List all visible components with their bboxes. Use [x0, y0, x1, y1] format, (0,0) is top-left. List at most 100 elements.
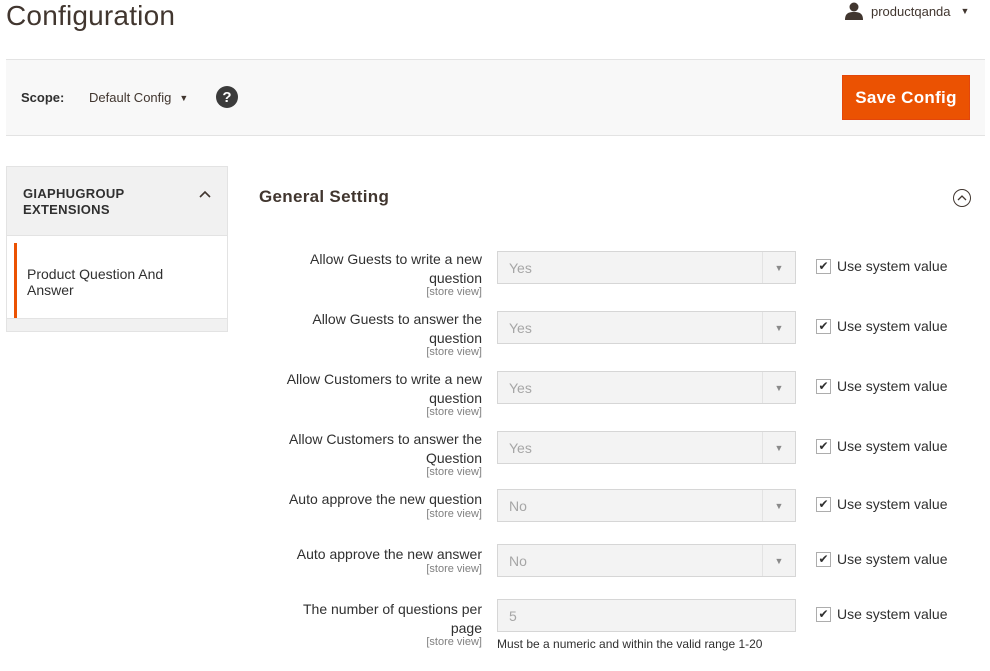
- sidebar-item-label-line2: Answer: [27, 282, 74, 298]
- checkbox-checked-icon: ✔: [816, 496, 831, 512]
- field-label: Allow Customers to write a new question: [240, 370, 482, 408]
- auto-approve-question-select[interactable]: No ▼: [497, 489, 796, 522]
- select-value: No: [509, 498, 527, 514]
- use-system-value-checkbox[interactable]: ✔ Use system value: [816, 438, 947, 454]
- input-value: 5: [509, 608, 517, 624]
- collapse-icon[interactable]: [953, 189, 971, 207]
- use-system-value-checkbox[interactable]: ✔ Use system value: [816, 258, 947, 274]
- field-label-line1: Auto approve the new question: [288, 491, 482, 507]
- field-scope: [store view]: [426, 636, 482, 648]
- scope-switcher[interactable]: Default Config ▼: [89, 90, 188, 105]
- field-label-line2: Question: [425, 450, 482, 466]
- use-system-value-label: Use system value: [837, 438, 948, 454]
- user-name: productqanda: [871, 3, 951, 19]
- checkbox-checked-icon: ✔: [816, 258, 831, 274]
- use-system-value-label: Use system value: [837, 606, 948, 622]
- field-scope: [store view]: [426, 346, 482, 358]
- chevron-up-icon: [199, 185, 211, 201]
- field-label-line2: question: [429, 330, 482, 346]
- field-scope: [store view]: [426, 508, 482, 520]
- section-title[interactable]: General Setting: [259, 187, 389, 207]
- use-system-value-label: Use system value: [837, 258, 948, 274]
- field-row-guest-write-question: Allow Guests to write a new question [st…: [240, 251, 985, 306]
- user-menu[interactable]: productqanda ▼: [845, 2, 969, 20]
- field-row-auto-approve-question: Auto approve the new question [store vie…: [240, 489, 985, 529]
- dropdown-arrow-icon: ▼: [762, 545, 795, 576]
- sidebar-group-title-line2: EXTENSIONS: [23, 202, 110, 217]
- field-label-line1: Auto approve the new answer: [296, 546, 482, 562]
- field-scope: [store view]: [426, 286, 482, 298]
- select-value: Yes: [509, 260, 532, 276]
- field-row-guest-answer-question: Allow Guests to answer the question [sto…: [240, 311, 985, 366]
- checkbox-checked-icon: ✔: [816, 551, 831, 567]
- field-row-auto-approve-answer: Auto approve the new answer [store view]…: [240, 544, 985, 584]
- customer-write-question-select[interactable]: Yes ▼: [497, 371, 796, 404]
- scope-bar: Scope: Default Config ▼ ? Save Config: [6, 59, 985, 136]
- field-label: Allow Customers to answer the Question: [240, 430, 482, 468]
- use-system-value-label: Use system value: [837, 318, 948, 334]
- guest-answer-question-select[interactable]: Yes ▼: [497, 311, 796, 344]
- checkbox-checked-icon: ✔: [816, 438, 831, 454]
- field-label-line2: page: [450, 620, 482, 636]
- dropdown-arrow-icon: ▼: [762, 312, 795, 343]
- field-label-line2: question: [429, 270, 482, 286]
- use-system-value-label: Use system value: [837, 496, 948, 512]
- field-label: Allow Guests to answer the question: [240, 310, 482, 348]
- guest-write-question-select[interactable]: Yes ▼: [497, 251, 796, 284]
- customer-answer-question-select[interactable]: Yes ▼: [497, 431, 796, 464]
- field-scope: [store view]: [426, 406, 482, 418]
- field-note: Must be a numeric and within the valid r…: [497, 637, 763, 651]
- select-value: Yes: [509, 320, 532, 336]
- field-label-line1: Allow Guests to answer the: [312, 311, 482, 327]
- select-value: Yes: [509, 380, 532, 396]
- active-indicator: [14, 243, 17, 318]
- questions-per-page-input[interactable]: 5: [497, 599, 796, 632]
- sidebar-footer: [6, 318, 228, 332]
- chevron-down-icon: ▼: [960, 6, 970, 16]
- checkbox-checked-icon: ✔: [816, 378, 831, 394]
- scope-label: Scope:: [21, 90, 65, 105]
- help-icon[interactable]: ?: [216, 86, 238, 108]
- field-label: Allow Guests to write a new question: [240, 250, 482, 288]
- auto-approve-answer-select[interactable]: No ▼: [497, 544, 796, 577]
- select-value: Yes: [509, 440, 532, 456]
- field-row-customer-answer-question: Allow Customers to answer the Question […: [240, 431, 985, 486]
- caret-down-icon: ▼: [179, 92, 189, 103]
- sidebar-group-title: GIAPHUGROUP EXTENSIONS: [23, 186, 125, 218]
- use-system-value-label: Use system value: [837, 551, 948, 567]
- field-label-line1: Allow Guests to write a new: [310, 251, 482, 267]
- field-row-questions-per-page: The number of questions per page [store …: [240, 599, 985, 659]
- use-system-value-checkbox[interactable]: ✔ Use system value: [816, 551, 947, 567]
- select-value: No: [509, 553, 527, 569]
- checkbox-checked-icon: ✔: [816, 606, 831, 622]
- use-system-value-label: Use system value: [837, 378, 948, 394]
- field-label-line1: The number of questions per: [303, 601, 482, 617]
- use-system-value-checkbox[interactable]: ✔ Use system value: [816, 378, 947, 394]
- field-label: Auto approve the new answer: [240, 545, 482, 564]
- config-sidebar: GIAPHUGROUP EXTENSIONS Product Question …: [6, 166, 228, 332]
- field-label: The number of questions per page: [240, 600, 482, 638]
- sidebar-group-giaphugroup[interactable]: GIAPHUGROUP EXTENSIONS: [6, 166, 228, 236]
- scope-value: Default Config: [89, 90, 172, 105]
- sidebar-item-label: Product Question And Answer: [27, 266, 163, 298]
- field-label-line2: question: [429, 390, 482, 406]
- user-icon: [845, 2, 863, 20]
- sidebar-item-product-qa[interactable]: Product Question And Answer: [6, 236, 228, 318]
- dropdown-arrow-icon: ▼: [762, 252, 795, 283]
- save-config-button[interactable]: Save Config: [842, 75, 970, 120]
- sidebar-group-title-line1: GIAPHUGROUP: [23, 186, 125, 201]
- sidebar-item-label-line1: Product Question And: [27, 266, 164, 282]
- field-label-line1: Allow Customers to answer the: [289, 431, 482, 447]
- use-system-value-checkbox[interactable]: ✔ Use system value: [816, 318, 947, 334]
- field-label: Auto approve the new question: [240, 490, 482, 509]
- field-label-line1: Allow Customers to write a new: [286, 371, 482, 387]
- checkbox-checked-icon: ✔: [816, 318, 831, 334]
- dropdown-arrow-icon: ▼: [762, 490, 795, 521]
- dropdown-arrow-icon: ▼: [762, 372, 795, 403]
- field-scope: [store view]: [426, 466, 482, 478]
- page-title: Configuration: [6, 0, 176, 31]
- use-system-value-checkbox[interactable]: ✔ Use system value: [816, 496, 947, 512]
- use-system-value-checkbox[interactable]: ✔ Use system value: [816, 606, 947, 622]
- field-scope: [store view]: [426, 563, 482, 575]
- field-row-customer-write-question: Allow Customers to write a new question …: [240, 371, 985, 426]
